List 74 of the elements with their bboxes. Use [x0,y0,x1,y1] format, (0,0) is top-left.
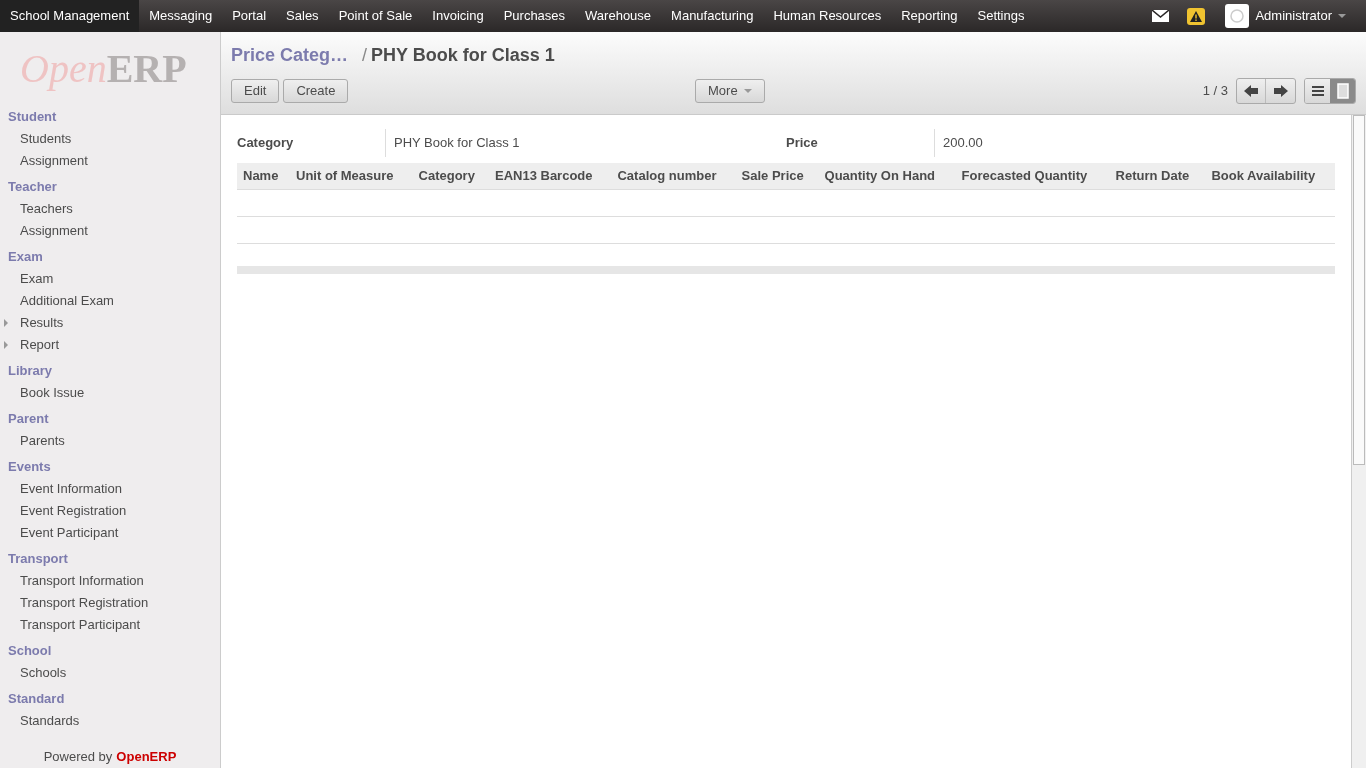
column-header[interactable]: Unit of Measure [290,163,413,189]
list-icon [1311,86,1324,96]
toolbar-button[interactable]: Create [283,79,349,103]
user-menu[interactable]: Administrator [1255,6,1366,26]
top-menu-item[interactable]: Settings [967,0,1035,32]
column-header[interactable]: Forecasted Quantity [955,163,1110,189]
top-menu-item[interactable]: Warehouse [575,0,662,32]
column-header[interactable]: Quantity On Hand [818,163,956,189]
field-value: PHY Book for Class 1 [385,129,520,157]
sidebar-item[interactable]: Event Registration [20,501,127,521]
sidebar-item[interactable]: Standards [20,711,80,731]
sidebar-section-title: Standard [7,690,66,709]
caret-icon [1338,14,1346,18]
column-header[interactable]: Book Availability [1205,163,1335,189]
top-menu-item[interactable]: Purchases [493,0,576,32]
sidebar-item[interactable]: Assignment [20,221,88,241]
top-menu-item[interactable]: Point of Sale [328,0,423,32]
field-value: 200.00 [934,129,983,157]
top-menu-item[interactable]: Manufacturing [661,0,764,32]
sidebar-section-title: Library [7,362,54,381]
form-icon [1336,83,1349,99]
column-header[interactable]: Catalog number [611,163,736,189]
sidebar-section-title: Transport [7,550,69,569]
more-dropdown[interactable]: More [695,79,765,103]
sidebar-item[interactable]: Transport Registration [20,593,149,613]
sidebar-item[interactable]: Exam [20,269,54,289]
sidebar-item[interactable]: Assignment [20,151,88,171]
sidebar-section-title: School [7,642,53,661]
list-view-button[interactable] [1305,79,1330,103]
sidebar-item[interactable]: Event Participant [20,523,119,543]
scrollbar[interactable] [1351,115,1366,768]
mail-icon[interactable] [1152,10,1170,22]
sidebar-item[interactable]: Book Issue [20,383,85,403]
sidebar-item[interactable]: Teachers [20,199,73,219]
top-menu-item[interactable]: Portal [222,0,277,32]
top-menu-item[interactable]: Human Resources [763,0,892,32]
caret-icon [743,89,752,93]
column-header[interactable]: Return Date [1109,163,1206,189]
column-header[interactable]: Name [237,163,291,189]
sidebar-section-title: Teacher [7,178,58,197]
powered-by-text: Powered by [43,748,113,767]
sidebar-section-title: Student [7,108,58,127]
warning-icon[interactable] [1187,7,1206,25]
sidebar-item[interactable]: Transport Participant [20,615,141,635]
sidebar-section-title: Events [7,458,52,477]
record-title: PHY Book for Class 1 [371,43,555,67]
arrow-left-icon [1244,85,1258,97]
breadcrumb-separator: / [362,43,368,67]
field-label: Category [237,134,295,153]
toolbar-button[interactable]: Edit [231,79,280,103]
top-menu-item[interactable]: Invoicing [422,0,494,32]
top-menu-item[interactable]: Reporting [891,0,968,32]
sidebar-item[interactable]: Transport Information [20,571,144,591]
sidebar-item[interactable]: Event Information [20,479,122,499]
top-menu-item[interactable]: Sales [276,0,329,32]
sidebar-item[interactable]: Parents [20,431,65,451]
sidebar-item[interactable]: Additional Exam [20,291,114,311]
pager-text: 1 / 3 [1202,82,1228,101]
sidebar-section-title: Exam [7,248,44,267]
column-header[interactable]: EAN13 Barcode [488,163,612,189]
sidebar-item[interactable]: Schools [20,663,67,683]
arrow-right-icon [1273,85,1288,97]
openerp-link[interactable]: OpenERP [116,747,177,767]
column-header[interactable]: Sale Price [735,163,819,189]
breadcrumb-link[interactable]: Price Categ… [231,41,349,69]
column-header[interactable]: Category [412,163,489,189]
top-menu-item[interactable]: Messaging [139,0,223,32]
top-menu-item[interactable]: School Management [0,0,140,32]
sidebar-item[interactable]: Students [20,129,72,149]
field-label: Price [786,134,819,153]
sidebar-item[interactable]: Report [20,335,60,355]
avatar-icon[interactable] [1225,4,1250,28]
sidebar-section-title: Parent [7,410,50,429]
sidebar-item[interactable]: Results [20,313,64,333]
